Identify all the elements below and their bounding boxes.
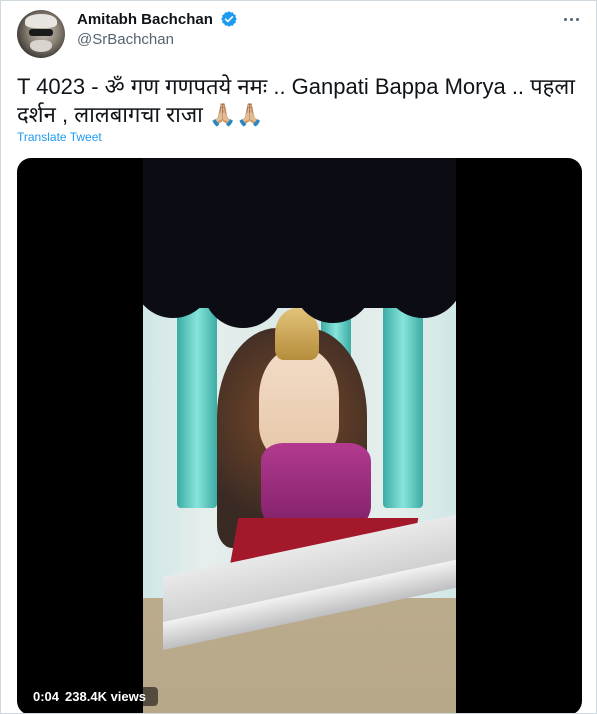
translate-tweet-link[interactable]: Translate Tweet bbox=[17, 130, 102, 144]
verified-badge-icon bbox=[221, 11, 238, 27]
more-options-icon[interactable] bbox=[561, 9, 583, 29]
video-player[interactable]: 0:04 238.4K views bbox=[17, 158, 582, 713]
video-frame bbox=[143, 158, 456, 713]
idol-body bbox=[259, 348, 339, 458]
tweet-card: Amitabh Bachchan @SrBachchan T 4023 - ॐ … bbox=[0, 0, 597, 714]
author-avatar[interactable] bbox=[17, 10, 65, 58]
video-meta-overlay: 0:04 238.4K views bbox=[27, 687, 158, 706]
curtain-drape bbox=[203, 248, 283, 328]
video-views: 238.4K views bbox=[65, 689, 146, 704]
author-line: Amitabh Bachchan bbox=[77, 10, 238, 28]
author-name[interactable]: Amitabh Bachchan bbox=[77, 11, 213, 28]
avatar-beard bbox=[30, 40, 52, 52]
tweet-text: T 4023 - ॐ गण गणपतये नमः .. Ganpati Bapp… bbox=[17, 74, 575, 127]
author-handle[interactable]: @SrBachchan bbox=[77, 31, 174, 48]
avatar-glasses bbox=[29, 29, 53, 36]
curtain-drape bbox=[293, 243, 373, 323]
video-time: 0:04 bbox=[33, 689, 60, 704]
curtain-drape bbox=[383, 238, 456, 318]
avatar-hair bbox=[25, 14, 57, 28]
